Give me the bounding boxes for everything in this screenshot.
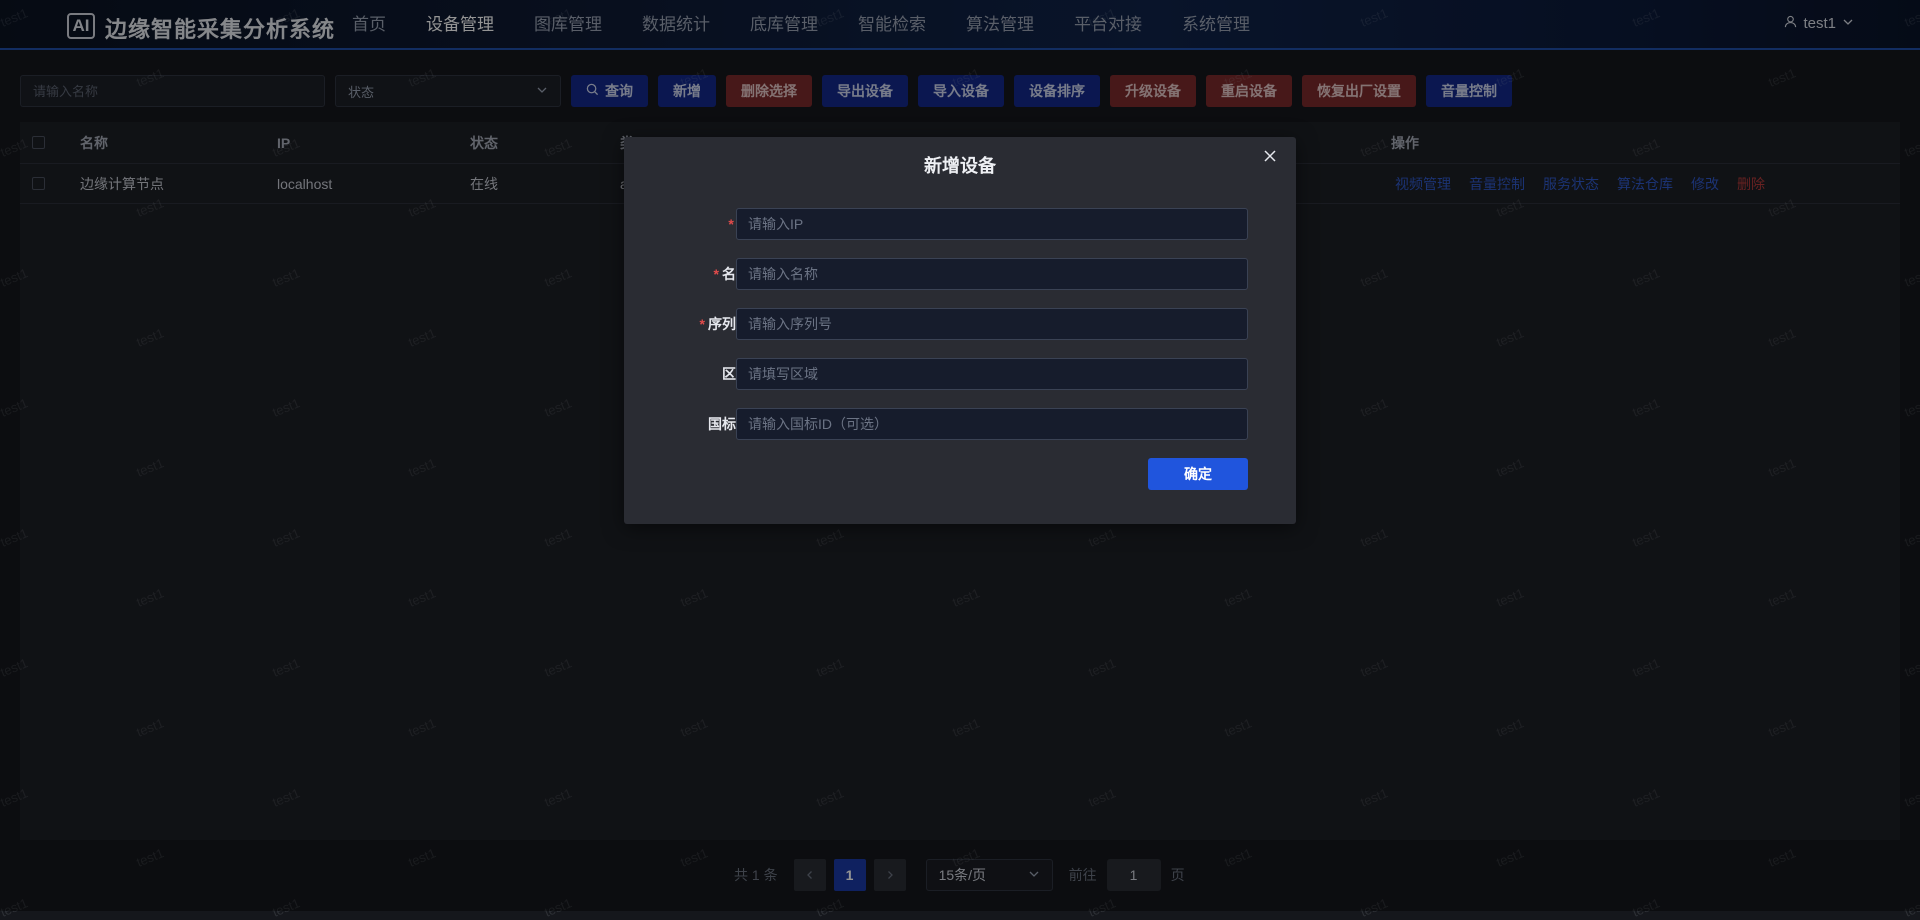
gb-id-input[interactable] — [736, 408, 1248, 440]
close-icon[interactable] — [1263, 149, 1279, 165]
form-row-gb-id: 国标ID — [624, 408, 1296, 440]
required-mark: * — [728, 216, 734, 232]
add-device-dialog: 新增设备 *IP *名称 *序列号 区域 国标ID 确定 — [624, 137, 1296, 524]
name-input[interactable] — [736, 258, 1248, 290]
dialog-title: 新增设备 — [924, 156, 996, 176]
region-input[interactable] — [736, 358, 1248, 390]
form-row-ip: *IP — [624, 208, 1296, 240]
form-row-region: 区域 — [624, 358, 1296, 390]
form-row-serial: * 序列号 — [624, 308, 1296, 340]
confirm-button[interactable]: 确定 — [1148, 458, 1248, 490]
ip-input[interactable] — [736, 208, 1248, 240]
required-mark: * — [713, 266, 719, 282]
serial-input[interactable] — [736, 308, 1248, 340]
form-row-name: *名称 — [624, 258, 1296, 290]
required-mark: * — [699, 316, 705, 332]
